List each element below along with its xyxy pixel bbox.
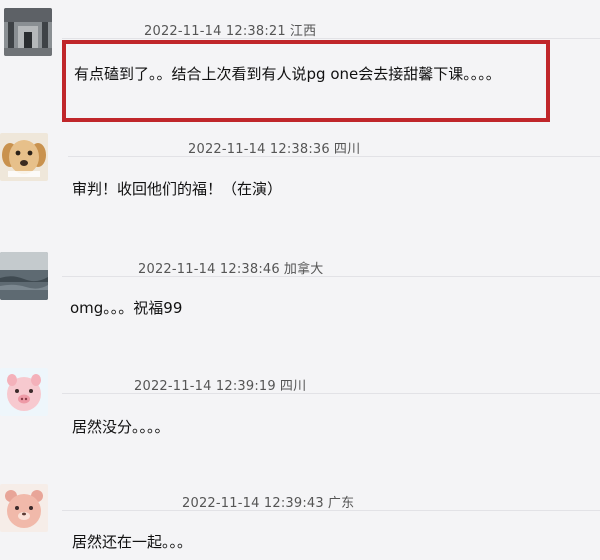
comment-divider <box>62 276 600 277</box>
comment-meta: 2022-11-14 12:38:21 江西 <box>144 20 316 39</box>
comment-meta: 2022-11-14 12:38:36 四川 <box>188 138 360 157</box>
comment-timestamp: 2022-11-14 12:39:19 <box>134 379 276 394</box>
highlight-annotation-box <box>62 40 550 122</box>
comment-timestamp: 2022-11-14 12:39:43 <box>182 496 324 511</box>
comment-meta: 2022-11-14 12:39:43 广东 <box>182 492 354 511</box>
comment-text: 居然还在一起。。。 <box>72 533 193 551</box>
comment-location: 江西 <box>289 24 317 39</box>
comment-timestamp: 2022-11-14 12:38:46 <box>138 262 280 277</box>
comment-divider <box>68 156 600 157</box>
cartoon-bear-avatar[interactable] <box>0 484 48 532</box>
comment-text: 审判！收回他们的福！（在演） <box>72 180 283 198</box>
comment-meta: 2022-11-14 12:38:46 加拿大 <box>138 258 323 277</box>
comment-item: 2022-11-14 12:38:46 加拿大 omg。。。祝福99 <box>0 240 600 350</box>
comment-item: 2022-11-14 12:39:19 四川 居然没分。。。。 <box>0 350 600 470</box>
comment-location: 四川 <box>279 379 307 394</box>
ocean-landscape-avatar[interactable] <box>0 252 48 300</box>
comment-divider <box>62 393 600 394</box>
cartoon-pig-avatar[interactable] <box>0 368 48 416</box>
comment-timestamp: 2022-11-14 12:38:36 <box>188 142 330 157</box>
comment-text: 居然没分。。。。 <box>72 418 170 436</box>
comment-item: 2022-11-14 12:38:36 四川 审判！收回他们的福！（在演） <box>0 130 600 240</box>
comment-meta: 2022-11-14 12:39:19 四川 <box>134 375 306 394</box>
comment-divider <box>62 38 600 39</box>
comment-location: 四川 <box>333 142 361 157</box>
golden-retriever-puppy-avatar[interactable] <box>0 133 48 181</box>
train-platform-photo-avatar[interactable] <box>4 8 52 56</box>
comment-location: 加拿大 <box>283 262 324 277</box>
comment-text: omg。。。祝福99 <box>70 299 183 317</box>
comment-location: 广东 <box>327 496 355 511</box>
comment-timestamp: 2022-11-14 12:38:21 <box>144 24 286 39</box>
comment-divider <box>62 510 600 511</box>
comment-item: 2022-11-14 12:39:43 广东 居然还在一起。。。 <box>0 470 600 560</box>
